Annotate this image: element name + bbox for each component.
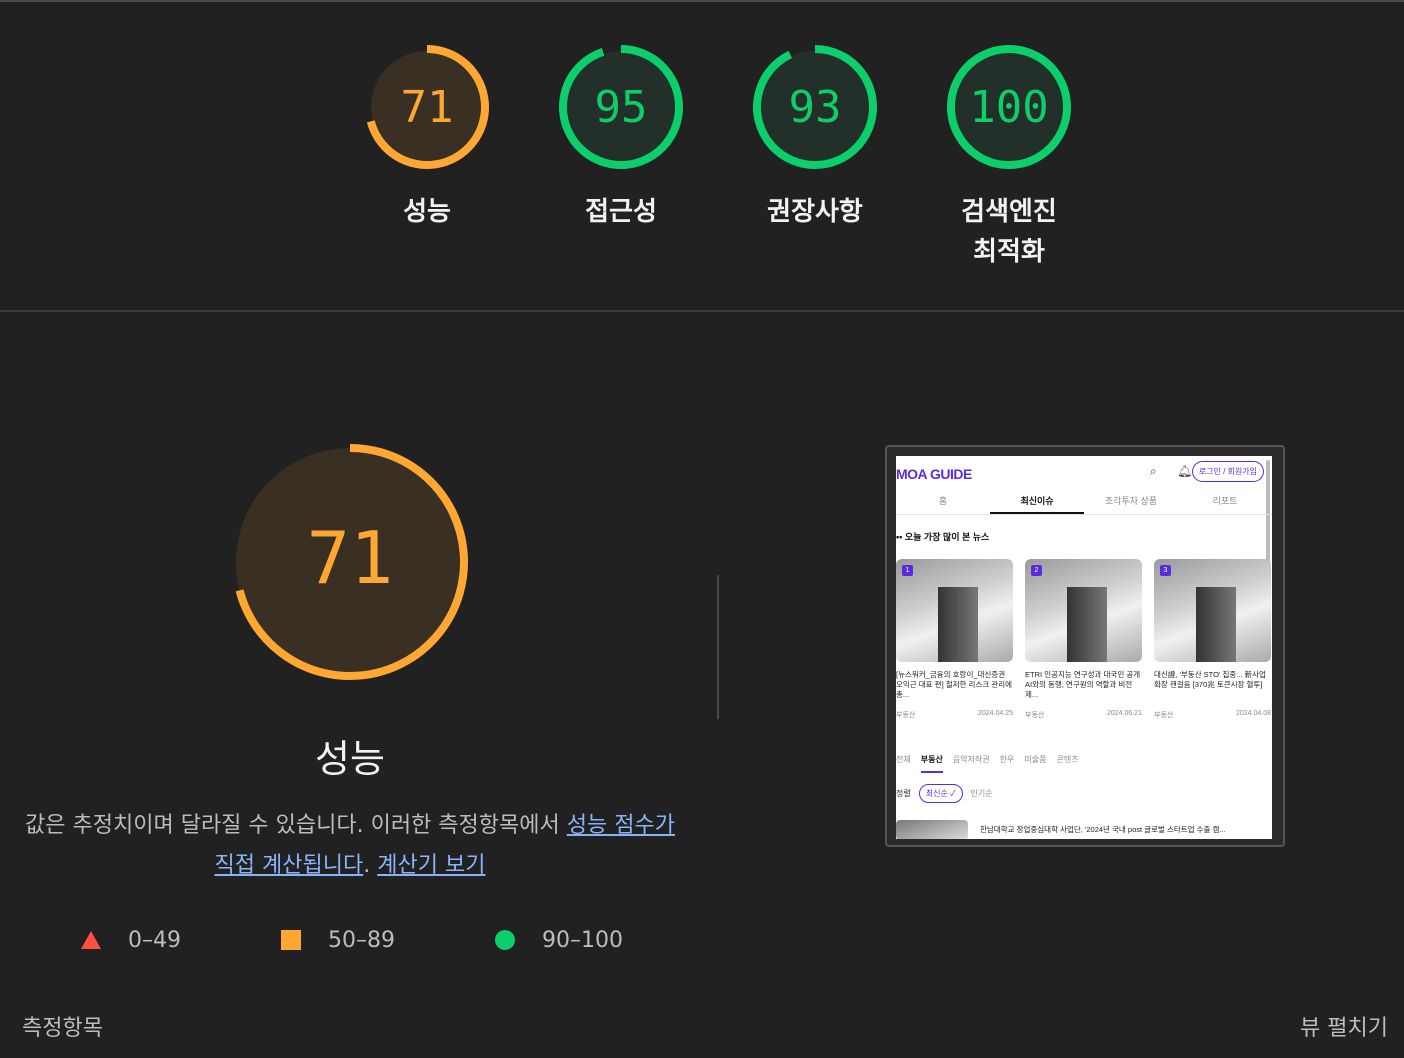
category-tab: 한우 bbox=[999, 755, 1015, 764]
metrics-heading: 측정항목 bbox=[22, 1016, 103, 1041]
description-separator: . bbox=[363, 853, 378, 878]
page-screenshot-frame[interactable]: MOA GUIDE ⌕ 🔔︎ 로그인 / 회원가입 홈 최신이슈 조각투자 상품… bbox=[885, 445, 1285, 847]
rank-badge: 1 bbox=[902, 565, 913, 576]
news-cards: 1 [뉴스워커_금융의 호랑이_대신증권 오익근 대표 편] 철저한 리스크 관… bbox=[896, 559, 1272, 729]
news-card-title: 대신證, '부동산 STO' 집중... 新사업 확장 잰걸음 [370兆 토큰… bbox=[1154, 670, 1266, 689]
sort-row: 정렬 최신순 ✓ 인기순 bbox=[896, 784, 993, 803]
gauge-performance[interactable]: 71 성능 bbox=[357, 40, 497, 232]
circle-icon bbox=[495, 930, 515, 950]
news-card-category: 부동산 bbox=[1025, 712, 1045, 719]
category-tab: 음악저작권 bbox=[952, 755, 990, 764]
site-tab: 조각투자 상품 bbox=[1104, 496, 1158, 506]
gauge-performance-ring: 71 bbox=[366, 45, 489, 169]
gauge-seo[interactable]: 100 검색엔진 최적화 bbox=[939, 40, 1079, 272]
legend-pass-label: 90–100 bbox=[542, 927, 623, 953]
section-divider bbox=[0, 310, 1404, 312]
performance-description: 값은 추정치이며 달라질 수 있습니다. 이러한 측정항목에서 성능 점수가 직… bbox=[20, 806, 680, 886]
legend-fail: 0–49 bbox=[80, 920, 181, 960]
news-card-title: [뉴스워커_금융의 호랑이_대신증권 오익근 대표 편] 철저한 리스크 관리에… bbox=[896, 670, 1013, 699]
gauge-best-practices-ring: 93 bbox=[753, 45, 877, 169]
news-thumbnail: 2 bbox=[1025, 559, 1142, 662]
category-tabs: 전체 부동산 음악저작권 한우 미술품 콘텐츠 bbox=[896, 754, 1079, 773]
site-nav-tabs: 홈 최신이슈 조각투자 상품 리포트 bbox=[896, 492, 1272, 515]
list-item-title: 한남대학교 창업중심대학 사업단, '2024년 국내 post 글로벌 스타트… bbox=[980, 825, 1226, 834]
vertical-divider bbox=[717, 575, 719, 719]
news-heading: •• 오늘 가장 많이 본 뉴스 bbox=[896, 532, 990, 542]
news-card-category: 부동산 bbox=[896, 712, 916, 719]
gauge-seo-score: 100 bbox=[969, 82, 1048, 133]
page-screenshot: MOA GUIDE ⌕ 🔔︎ 로그인 / 회원가입 홈 최신이슈 조각투자 상품… bbox=[896, 456, 1272, 839]
rank-badge: 2 bbox=[1031, 565, 1042, 576]
legend-pass: 90–100 bbox=[494, 920, 623, 960]
category-scores: 71 성능 95 접근성 93 권장사항 100 검색엔진 최적화 bbox=[0, 0, 1404, 310]
legend-average-label: 50–89 bbox=[328, 927, 395, 953]
calculator-link[interactable]: 계산기 보기 bbox=[377, 853, 485, 878]
site-tab: 홈 bbox=[938, 496, 948, 506]
news-thumbnail: 1 bbox=[896, 559, 1013, 662]
news-card: 1 [뉴스워커_금융의 호랑이_대신증권 오익근 대표 편] 철저한 리스크 관… bbox=[896, 559, 1013, 720]
site-logo: MOA GUIDE bbox=[896, 466, 972, 482]
news-thumbnail: 3 bbox=[1154, 559, 1271, 662]
performance-score-large: 71 bbox=[307, 516, 394, 600]
gauge-best-practices-score: 93 bbox=[789, 82, 842, 133]
gauge-seo-label: 검색엔진 최적화 bbox=[961, 197, 1057, 267]
gauge-accessibility-ring: 95 bbox=[559, 45, 683, 169]
legend-average: 50–89 bbox=[280, 920, 395, 960]
rank-badge: 3 bbox=[1160, 565, 1171, 576]
sort-latest-chip: 최신순 ✓ bbox=[918, 784, 963, 803]
sort-label: 정렬 bbox=[896, 789, 911, 798]
category-tab: 미술품 bbox=[1024, 755, 1047, 764]
performance-gauge-large: 71 bbox=[228, 440, 472, 684]
news-card-date: 2024.04.08 bbox=[1235, 710, 1271, 717]
login-button: 로그인 / 회원가입 bbox=[1191, 461, 1264, 482]
gauge-performance-label: 성능 bbox=[403, 197, 451, 227]
description-text: 값은 추정치이며 달라질 수 있습니다. 이러한 측정항목에서 bbox=[25, 813, 567, 838]
news-card-date: 2024.06.21 bbox=[1106, 710, 1142, 717]
gauge-best-practices-label: 권장사항 bbox=[767, 197, 863, 227]
category-tab: 전체 bbox=[896, 755, 911, 764]
gauge-best-practices[interactable]: 93 권장사항 bbox=[745, 40, 885, 232]
performance-gauge-ring: 71 bbox=[235, 444, 468, 680]
news-card-title: ETRI 인공지능 연구성과 대국민 공개 AI와의 동행, 연구원의 역할과 … bbox=[1025, 670, 1141, 699]
legend-fail-label: 0–49 bbox=[128, 927, 181, 953]
category-tab: 콘텐츠 bbox=[1056, 755, 1079, 764]
square-icon bbox=[281, 930, 301, 950]
gauge-performance-score: 71 bbox=[401, 82, 454, 133]
category-tab-active: 부동산 bbox=[920, 754, 943, 773]
list-item-thumbnail bbox=[896, 820, 968, 839]
gauge-accessibility[interactable]: 95 접근성 bbox=[551, 40, 691, 232]
site-tab-active: 최신이슈 bbox=[990, 492, 1084, 514]
gauge-accessibility-label: 접근성 bbox=[585, 197, 657, 227]
news-card-category: 부동산 bbox=[1154, 712, 1174, 719]
expand-view-button[interactable]: 뷰 펼치기 bbox=[1300, 1010, 1388, 1042]
list-item: 한남대학교 창업중심대학 사업단, '2024년 국내 post 글로벌 스타트… bbox=[896, 820, 1272, 839]
triangle-icon bbox=[81, 931, 101, 949]
sort-popular-chip: 인기순 bbox=[970, 789, 993, 798]
site-tab: 리포트 bbox=[1212, 496, 1238, 506]
news-card: 2 ETRI 인공지능 연구성과 대국민 공개 AI와의 동행, 연구원의 역할… bbox=[1025, 559, 1142, 720]
performance-title: 성능 bbox=[315, 737, 385, 781]
search-icon: ⌕ bbox=[1150, 464, 1157, 478]
news-card-date: 2024.04.25 bbox=[977, 710, 1013, 717]
gauge-seo-ring: 100 bbox=[947, 45, 1071, 169]
bell-icon: 🔔︎ bbox=[1177, 464, 1193, 478]
gauge-accessibility-score: 95 bbox=[595, 82, 648, 133]
news-card: 3 대신證, '부동산 STO' 집중... 新사업 확장 잰걸음 [370兆 … bbox=[1154, 559, 1271, 720]
